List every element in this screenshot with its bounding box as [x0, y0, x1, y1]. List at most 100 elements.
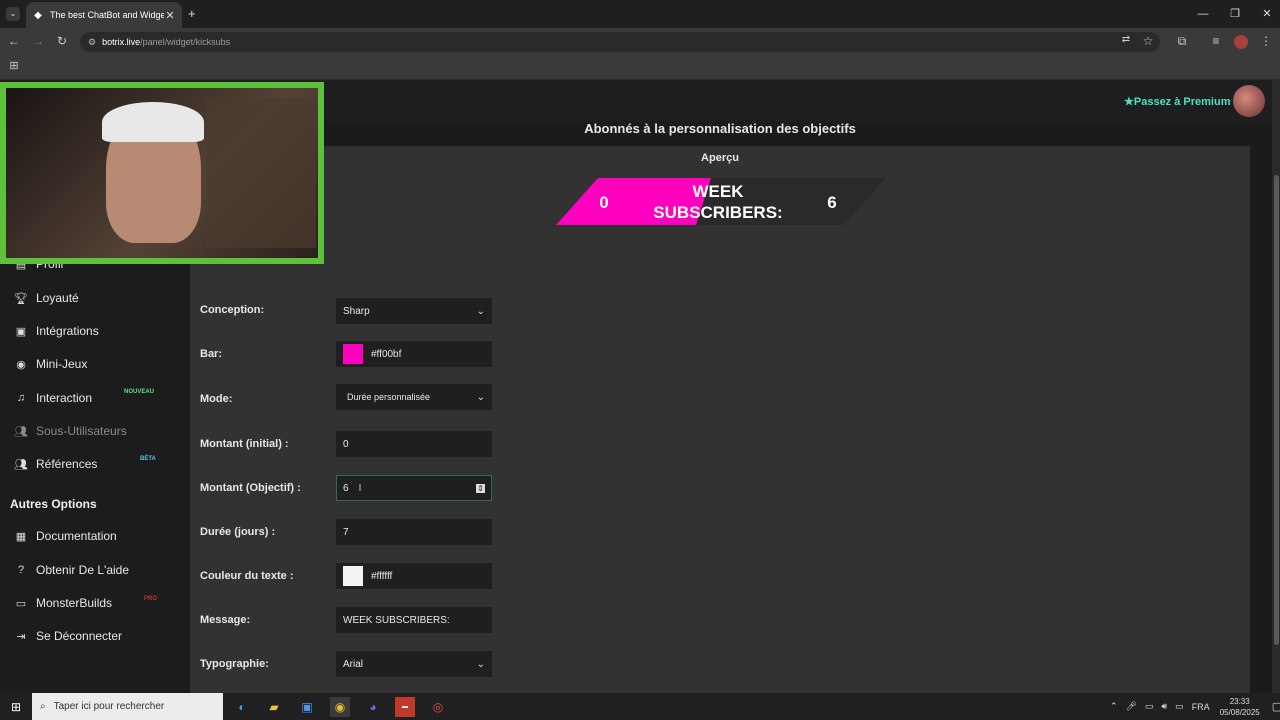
- chevron-down-icon: ⌄: [476, 658, 485, 670]
- goal-preview-widget: 0 WEEK SUBSCRIBERS: 6: [556, 178, 886, 225]
- close-tab-icon[interactable]: ✕: [164, 9, 176, 22]
- clock[interactable]: 23:33 05/08/2025: [1220, 696, 1260, 718]
- extensions-icon[interactable]: ⧉: [1174, 34, 1190, 49]
- back-icon[interactable]: ←: [6, 34, 22, 48]
- font-label: Typographie:: [200, 658, 269, 670]
- sidebar-item-mini-jeux[interactable]: ◉ Mini-Jeux: [12, 354, 182, 374]
- notifications-icon[interactable]: ▢: [1272, 700, 1280, 713]
- taskbar-search-placeholder: Taper ici pour rechercher: [53, 701, 165, 712]
- text-color-swatch[interactable]: [343, 566, 363, 586]
- question-icon: ?: [17, 564, 25, 576]
- premium-link[interactable]: ★Passez à Premium: [1124, 95, 1231, 108]
- mode-select[interactable]: Durée personnalisée ⌄: [336, 384, 492, 410]
- mode-value: Durée personnalisée: [347, 392, 431, 402]
- font-select[interactable]: Arial ⌄: [336, 651, 492, 677]
- bar-color-input[interactable]: #ff00bf: [336, 341, 492, 367]
- minimize-icon[interactable]: —: [1186, 4, 1220, 24]
- tab-title: The best ChatBot and Widgets: [50, 10, 164, 20]
- webcam-video: [6, 88, 318, 258]
- sidebar-item-label: MonsterBuilds: [36, 596, 113, 610]
- drive-icon[interactable]: ▭: [1175, 701, 1184, 712]
- sidebar-item-label: Loyauté: [36, 291, 79, 305]
- url-field[interactable]: ⚙ botrix.live/panel/widget/kicksubs: [80, 32, 1160, 52]
- mode-label: Mode:: [200, 393, 233, 405]
- text-cursor-icon: I: [358, 482, 362, 494]
- restore-icon[interactable]: ❐: [1218, 4, 1252, 24]
- avatar[interactable]: [1233, 85, 1265, 117]
- laptop-icon: ▭: [15, 597, 27, 610]
- browser-tab[interactable]: ◆ The best ChatBot and Widgets ✕: [26, 2, 182, 28]
- file-explorer-icon[interactable]: ▰: [264, 697, 284, 717]
- windows-start-icon[interactable]: ⊞: [6, 697, 26, 717]
- discord-icon[interactable]: ◕: [363, 697, 383, 717]
- menu-kebab-icon[interactable]: ⋮: [1258, 34, 1274, 48]
- clock-date: 05/08/2025: [1219, 707, 1260, 717]
- media-control-icon[interactable]: ≡: [1208, 34, 1224, 48]
- users-icon: 👥︎: [14, 458, 28, 471]
- taskbar-search[interactable]: ⌕ Taper ici pour rechercher: [32, 693, 223, 720]
- translate-icon[interactable]: ⇄: [1118, 34, 1134, 45]
- preview-label: Aperçu: [701, 152, 739, 164]
- reload-icon[interactable]: ↻: [54, 34, 70, 48]
- users-icon: 👥︎: [14, 425, 28, 438]
- close-window-icon[interactable]: ✕: [1250, 4, 1280, 24]
- volume-icon[interactable]: 🔊︎: [1162, 701, 1168, 712]
- design-label: Conception:: [200, 304, 265, 316]
- url-path: /panel/widget/kicksubs: [140, 37, 231, 47]
- text-color-input[interactable]: #ffffff: [336, 563, 492, 589]
- tab-search-icon[interactable]: ⌄: [6, 7, 20, 21]
- text-color-value: #ffffff: [371, 570, 393, 582]
- sidebar-item-deconnecter[interactable]: ⇥ Se Déconnecter: [12, 626, 182, 646]
- sidebar-item-label: Intégrations: [36, 324, 99, 338]
- app-icon[interactable]: ▬: [395, 697, 415, 717]
- forward-icon[interactable]: →: [30, 34, 46, 48]
- sidebar-item-aide[interactable]: ? Obtenir De L'aide: [12, 560, 182, 580]
- design-value: Sharp: [343, 305, 370, 317]
- duration-input[interactable]: 7: [336, 519, 492, 545]
- chevron-up-icon[interactable]: ⌃: [1110, 701, 1118, 712]
- sidebar-item-loyaute[interactable]: 🏆︎ Loyauté: [12, 288, 182, 308]
- new-tab-icon[interactable]: +: [188, 6, 196, 21]
- language-indicator[interactable]: FRA: [1192, 702, 1210, 712]
- profile-icon[interactable]: [1234, 35, 1248, 49]
- initial-amount-value: 0: [343, 438, 349, 450]
- network-icon[interactable]: ▭: [1145, 701, 1154, 712]
- initial-amount-input[interactable]: 0: [336, 431, 492, 457]
- search-icon: ⌕: [40, 701, 46, 712]
- message-input[interactable]: WEEK SUBSCRIBERS:: [336, 607, 492, 633]
- sidebar-item-documentation[interactable]: ▦ Documentation: [12, 526, 182, 546]
- stepper-icon[interactable]: ⇕: [476, 483, 485, 493]
- sidebar-item-label: Mini-Jeux: [36, 357, 88, 371]
- sidebar-item-references[interactable]: 👥︎ Références: [12, 454, 182, 474]
- apps-grid-icon[interactable]: ⊞: [6, 59, 22, 72]
- bar-color-swatch[interactable]: [343, 344, 363, 364]
- scrollbar-thumb[interactable]: [1274, 175, 1279, 645]
- sidebar-item-sous-utilisateurs[interactable]: 👥︎ Sous-Utilisateurs: [12, 421, 182, 441]
- chrome-icon[interactable]: ◉: [330, 697, 350, 717]
- background-shelf: [206, 98, 316, 248]
- goal-amount-input[interactable]: 6 I ⇕: [336, 475, 492, 501]
- store-icon[interactable]: ▣: [297, 697, 317, 717]
- obs-icon[interactable]: ◎: [428, 697, 448, 717]
- duration-value: 7: [343, 526, 349, 538]
- initial-amount-label: Montant (initial) :: [200, 438, 289, 450]
- premium-label: Passez à Premium: [1133, 96, 1231, 108]
- logout-icon: ⇥: [16, 630, 26, 643]
- sidebar-item-label: Documentation: [36, 529, 117, 543]
- sidebar-item-integrations[interactable]: ▣ Intégrations: [12, 321, 182, 341]
- beta-badge: BÉTA: [140, 456, 156, 462]
- bookmark-star-icon[interactable]: ☆: [1140, 34, 1156, 48]
- font-value: Arial: [343, 658, 364, 670]
- chevron-down-icon: ⌄: [476, 391, 485, 403]
- sidebar-item-interaction[interactable]: ♫ Interaction: [12, 388, 182, 408]
- edge-icon[interactable]: ◐: [232, 697, 252, 717]
- plug-icon: ▣: [15, 325, 27, 338]
- bookmarks-bar: [0, 56, 1280, 80]
- design-select[interactable]: Sharp ⌄: [336, 298, 492, 324]
- microphone-icon[interactable]: 🎤︎: [1126, 701, 1137, 712]
- duration-label: Durée (jours) :: [200, 526, 276, 538]
- site-info-icon[interactable]: ⚙: [88, 37, 96, 48]
- goal-target-value: 6: [827, 193, 836, 212]
- url-domain: botrix.live: [102, 37, 141, 47]
- scroll-icon: ▦: [15, 530, 27, 543]
